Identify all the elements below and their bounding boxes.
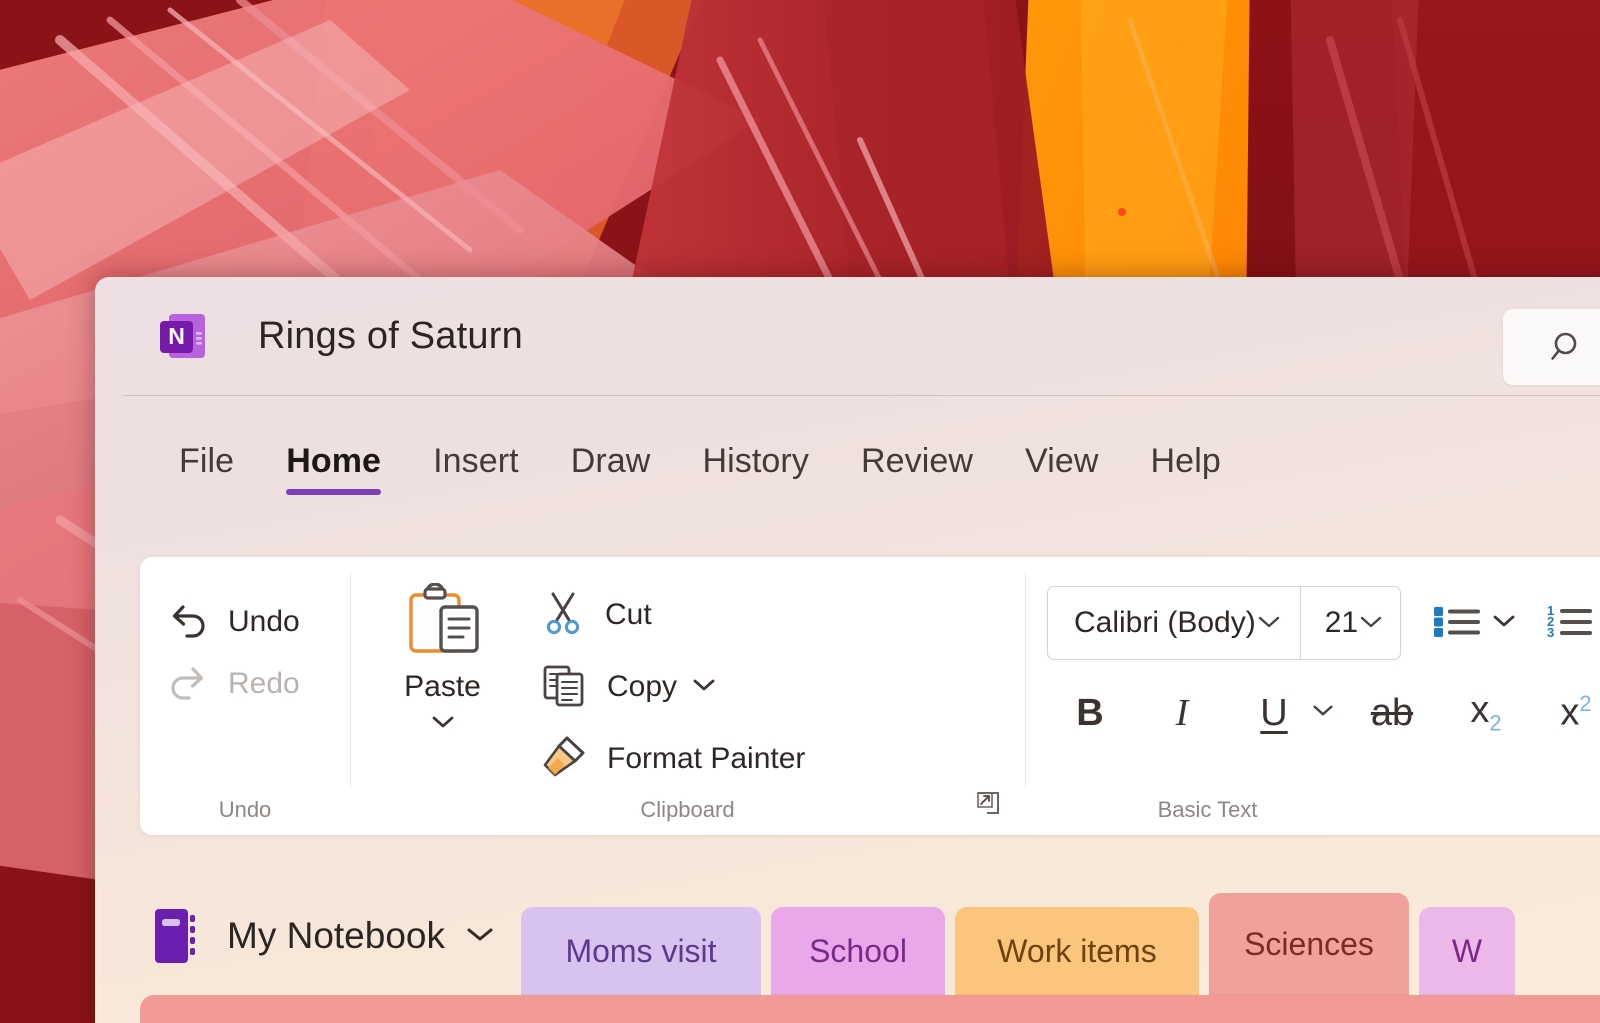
copy-button[interactable]: Copy [541,651,805,723]
font-size-value: 21 [1325,606,1358,640]
bold-button[interactable]: B [1053,676,1127,750]
strikethrough-icon: ab [1371,692,1413,735]
subscript-icon: x2 [1470,689,1501,737]
tabstrip-divider [123,395,1600,396]
search-icon [1551,330,1585,364]
page-title: Rings of Saturn [258,315,523,358]
onenote-icon: N [155,308,211,364]
font-combo-group: Calibri (Body) 21 [1047,586,1401,660]
subscript-button[interactable]: x2 [1449,676,1523,750]
font-name-combo[interactable]: Calibri (Body) [1048,587,1300,659]
tab-insert[interactable]: Insert [407,442,545,503]
redo-label: Redo [228,667,300,701]
style-row: B I U ab [1047,665,1600,761]
section-tab-w[interactable]: W [1419,907,1515,995]
copy-pages-icon [541,662,587,713]
copy-label: Copy [607,670,677,704]
ribbon-content: Undo Redo Undo [140,557,1600,835]
italic-icon: I [1176,691,1189,735]
notebook-icon [153,907,199,965]
group-label-basic-text: Basic Text [1025,797,1390,823]
tab-review[interactable]: Review [835,442,999,503]
svg-text:3: 3 [1547,625,1554,640]
section-tab-label: Moms visit [565,933,716,970]
page-canvas[interactable] [140,995,1600,1023]
underline-button[interactable]: U [1237,676,1311,750]
ribbon-tabstrip: File Home Insert Draw History Review Vie… [95,395,1600,503]
chevron-down-icon [1256,613,1282,634]
italic-button[interactable]: I [1145,676,1219,750]
paste-button[interactable]: Paste [350,557,535,835]
ribbon-tabstrip-wrap: File Home Insert Draw History Review Vie… [95,395,1600,503]
ribbon-group-basic-text: Calibri (Body) 21 [1025,557,1600,835]
paste-label: Paste [404,670,481,704]
chevron-down-icon[interactable] [691,677,717,698]
ribbon-group-undo: Undo Redo Undo [140,557,350,835]
chevron-down-icon[interactable] [465,925,495,948]
group-label-undo: Undo [140,797,350,823]
notebook-selector[interactable]: My Notebook [95,877,495,995]
redo-arrow-icon [166,662,210,707]
section-tab-label: Work items [997,933,1156,970]
tab-history[interactable]: History [676,442,835,503]
bold-icon: B [1076,692,1103,735]
onenote-window: N Rings of Saturn File Home [95,277,1600,1023]
ribbon-group-clipboard: Paste [350,557,1025,835]
undo-button[interactable]: Undo [166,591,350,653]
section-tab-list: Moms visit School Work items Sciences W [521,877,1515,995]
chevron-down-icon[interactable] [1491,613,1517,634]
numbered-list-button[interactable]: 123 [1545,600,1600,647]
format-painter-brush-icon [541,734,587,785]
section-tab-moms-visit[interactable]: Moms visit [521,907,761,995]
chevron-down-icon[interactable] [1311,703,1335,723]
scissors-icon [541,590,585,641]
notebook-name: My Notebook [227,915,445,957]
underline-icon: U [1260,692,1287,735]
title-bar: N Rings of Saturn [95,277,1600,395]
tab-help[interactable]: Help [1125,442,1247,503]
section-tab-work-items[interactable]: Work items [955,907,1199,995]
format-painter-button[interactable]: Format Painter [541,723,805,795]
tab-draw[interactable]: Draw [545,442,677,503]
superscript-icon: x2 [1560,691,1591,735]
tab-file[interactable]: File [153,442,260,503]
search-box[interactable] [1503,309,1600,385]
cut-button[interactable]: Cut [541,579,805,651]
strikethrough-button[interactable]: ab [1355,676,1429,750]
font-row: Calibri (Body) 21 [1047,581,1600,665]
bulleted-list-icon [1431,600,1483,647]
format-painter-label: Format Painter [607,742,805,776]
group-label-clipboard: Clipboard [350,797,1025,823]
numbered-list-icon: 123 [1545,600,1597,647]
svg-text:N: N [168,323,185,349]
font-size-combo[interactable]: 21 [1300,587,1400,659]
search-input[interactable] [1595,335,1600,359]
superscript-button[interactable]: x2 [1539,676,1600,750]
notebook-bar: My Notebook Moms visit School Work items… [95,877,1600,995]
chevron-down-icon[interactable] [430,714,456,735]
font-name-value: Calibri (Body) [1074,606,1256,640]
section-tab-school[interactable]: School [771,907,945,995]
undo-arrow-icon [166,600,210,645]
section-tab-label: School [809,933,907,970]
section-tab-label: W [1452,933,1482,970]
paste-clipboard-icon [403,583,483,664]
tab-home[interactable]: Home [260,442,407,503]
section-tab-sciences[interactable]: Sciences [1209,893,1409,995]
chevron-down-icon [1358,613,1384,634]
redo-button[interactable]: Redo [166,653,350,715]
cut-label: Cut [605,598,652,632]
section-tab-label: Sciences [1244,926,1374,963]
undo-label: Undo [228,605,300,639]
bulleted-list-button[interactable] [1431,600,1517,647]
tab-view[interactable]: View [999,442,1124,503]
